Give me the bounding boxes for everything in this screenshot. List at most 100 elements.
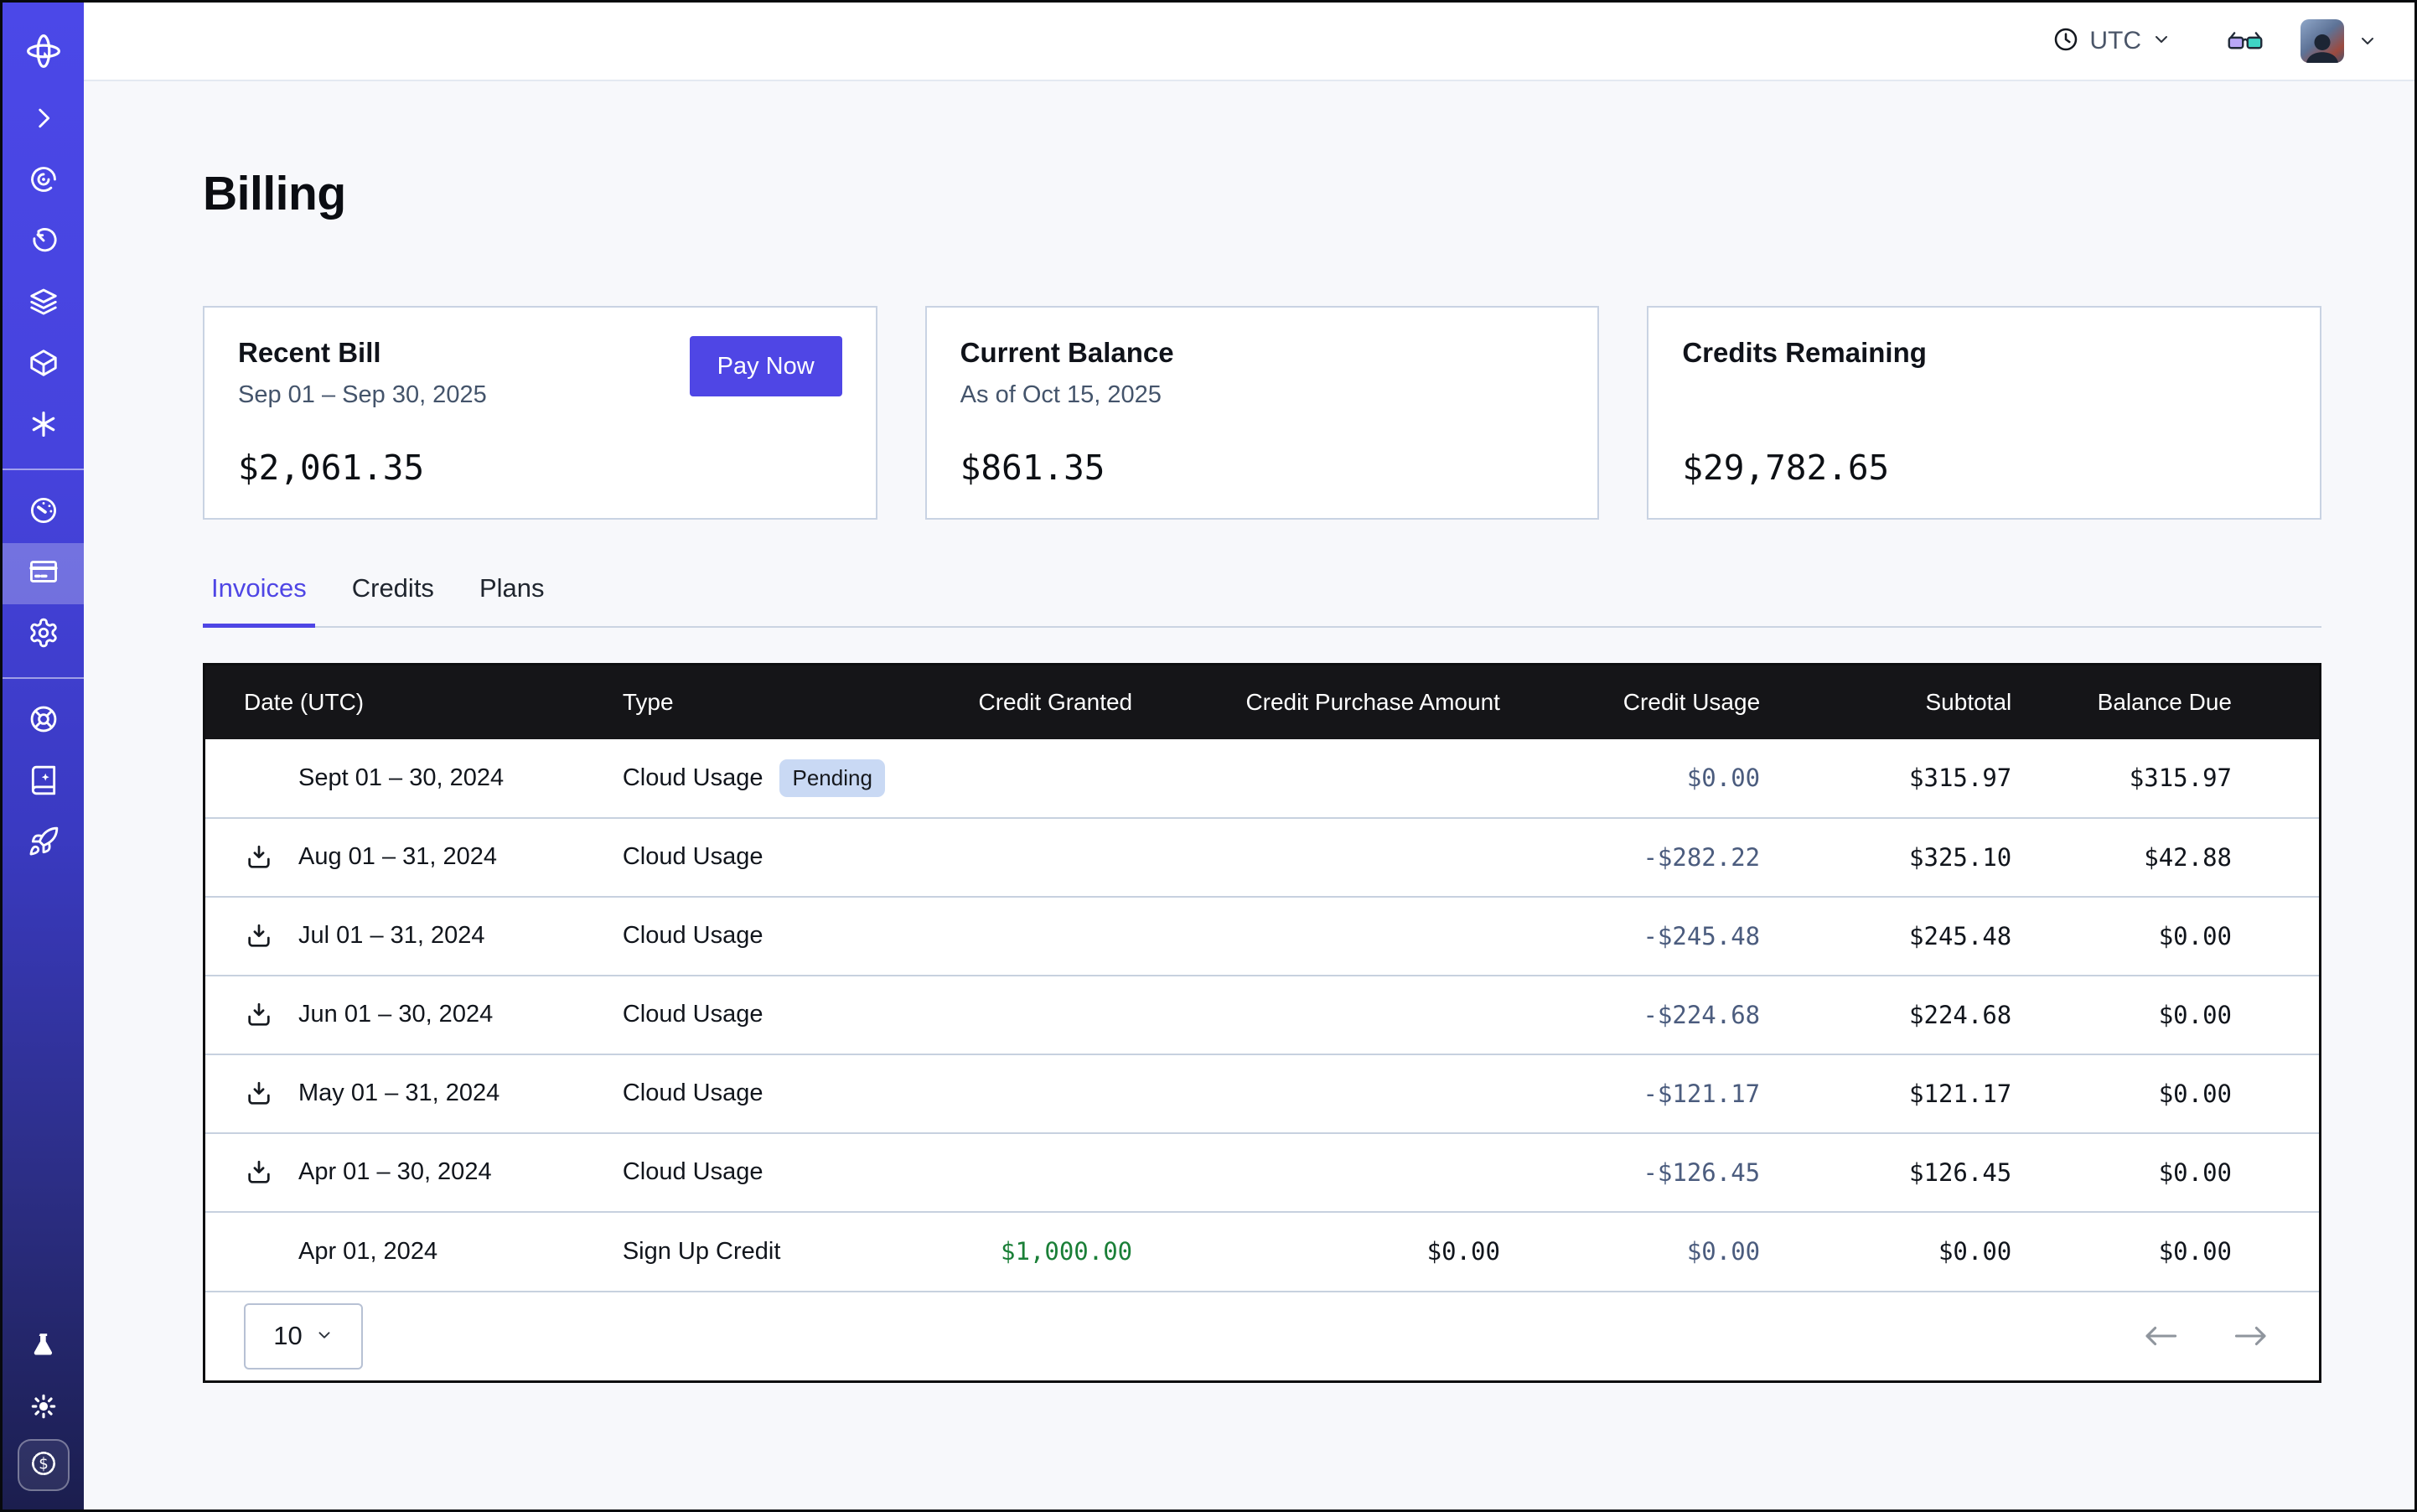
tab-plans[interactable]: Plans <box>471 572 553 628</box>
credit-usage-value: -$282.22 <box>1501 818 1761 897</box>
invoice-row: May 01 – 31, 2024 Cloud Usage -$121.17 $… <box>205 1054 2319 1133</box>
invoice-date: Apr 01, 2024 <box>298 1238 437 1266</box>
user-avatar[interactable] <box>2301 19 2344 63</box>
credit-granted-value <box>933 1133 1134 1212</box>
subtotal-value: $121.17 <box>1761 1054 2012 1133</box>
docs-book-icon <box>28 764 60 800</box>
credit-purchase-value: $0.00 <box>1133 1212 1501 1291</box>
balance-due-value: $42.88 <box>2012 818 2319 897</box>
pending-status-badge: Pending <box>779 759 884 797</box>
subtotal-value: $315.97 <box>1761 739 2012 818</box>
sidebar-item-theme-toggle[interactable] <box>3 1378 84 1439</box>
sidebar-item-observability[interactable] <box>3 151 84 212</box>
balance-due-value: $315.97 <box>2012 739 2319 818</box>
summary-cards: Recent Bill Sep 01 – Sep 30, 2025 Pay No… <box>203 306 2321 520</box>
pay-now-button[interactable]: Pay Now <box>690 336 842 397</box>
credit-granted-value <box>933 818 1134 897</box>
sidebar-nav-primary <box>3 90 84 457</box>
col-type: Type <box>622 665 933 739</box>
orbit-logo-icon[interactable] <box>23 24 64 78</box>
layers-icon <box>28 286 60 322</box>
sidebar-item-billing[interactable] <box>3 543 84 604</box>
invoice-row: Jun 01 – 30, 2024 Cloud Usage -$224.68 $… <box>205 976 2319 1054</box>
invoice-row: Apr 01, 2024 Sign Up Credit $1,000.00 $0… <box>205 1212 2319 1291</box>
subtotal-value: $126.45 <box>1761 1133 2012 1212</box>
sidebar-item-docs[interactable] <box>3 752 84 813</box>
clock-icon <box>2052 26 2079 57</box>
credit-purchase-value <box>1133 818 1501 897</box>
sidebar-nav-help <box>3 691 84 874</box>
invoice-row: Apr 01 – 30, 2024 Cloud Usage -$126.45 $… <box>205 1133 2319 1212</box>
rocket-icon <box>28 826 60 862</box>
page-size-select[interactable]: 10 <box>244 1303 363 1370</box>
invoice-type: Cloud Usage <box>623 1080 763 1107</box>
theme-sun-icon <box>28 1390 60 1427</box>
credit-granted-value <box>933 739 1134 818</box>
sidebar-item-functions[interactable] <box>3 396 84 457</box>
download-invoice-button[interactable] <box>245 1080 273 1108</box>
topbar: UTC <box>84 3 2414 81</box>
credit-usage-value: $0.00 <box>1501 1212 1761 1291</box>
col-credit-purchase: Credit Purchase Amount <box>1133 665 1501 739</box>
invoices-table: Date (UTC) Type Credit Granted Credit Pu… <box>203 663 2321 1383</box>
sidebar-item-expand[interactable] <box>3 90 84 151</box>
next-page-button[interactable] <box>2230 1323 2272 1349</box>
invoice-type: Sign Up Credit <box>623 1238 781 1266</box>
3d-glasses-icon[interactable] <box>2227 28 2264 54</box>
invoice-row: Aug 01 – 31, 2024 Cloud Usage -$282.22 $… <box>205 818 2319 897</box>
credits-badge-button[interactable]: $ <box>18 1439 70 1491</box>
col-balance-due: Balance Due <box>2012 665 2319 739</box>
invoice-type: Cloud Usage <box>623 922 763 950</box>
balance-due-value: $0.00 <box>2012 1133 2319 1212</box>
prev-page-button[interactable] <box>2140 1323 2182 1349</box>
subtotal-value: $245.48 <box>1761 897 2012 976</box>
sidebar-item-history[interactable] <box>3 212 84 273</box>
recent-bill-amount: $2,061.35 <box>238 448 842 488</box>
sidebar-item-labs[interactable] <box>3 1317 84 1378</box>
credit-usage-value: -$245.48 <box>1501 897 1761 976</box>
sidebar-item-usage[interactable] <box>3 482 84 543</box>
sidebar-item-support[interactable] <box>3 691 84 752</box>
balance-due-value: $0.00 <box>2012 976 2319 1054</box>
invoice-row: Jul 01 – 31, 2024 Cloud Usage -$245.48 $… <box>205 897 2319 976</box>
invoice-type: Cloud Usage <box>623 843 763 871</box>
download-invoice-button[interactable] <box>245 843 273 872</box>
sidebar-item-containers[interactable] <box>3 334 84 396</box>
timezone-selector[interactable]: UTC <box>2052 26 2171 57</box>
invoice-date: Sept 01 – 30, 2024 <box>298 764 504 792</box>
sidebar-item-layers[interactable] <box>3 273 84 334</box>
page-size-value: 10 <box>273 1321 302 1351</box>
invoice-type: Cloud Usage <box>623 764 763 792</box>
col-credit-usage: Credit Usage <box>1501 665 1761 739</box>
credit-granted-value: $1,000.00 <box>933 1212 1134 1291</box>
billing-page: Billing Recent Bill Sep 01 – Sep 30, 202… <box>84 81 2414 1509</box>
card-subtitle: Sep 01 – Sep 30, 2025 <box>238 381 487 409</box>
sidebar: $ <box>3 3 84 1509</box>
sidebar-divider <box>3 469 84 470</box>
page-title: Billing <box>203 167 2321 222</box>
chevron-down-icon <box>2151 29 2171 54</box>
invoice-date: Jun 01 – 30, 2024 <box>298 1001 493 1028</box>
download-invoice-button[interactable] <box>245 922 273 950</box>
current-balance-amount: $861.35 <box>960 448 1565 488</box>
col-date: Date (UTC) <box>205 665 622 739</box>
table-header-row: Date (UTC) Type Credit Granted Credit Pu… <box>205 665 2319 739</box>
invoice-date: Jul 01 – 31, 2024 <box>298 922 485 950</box>
download-invoice-button[interactable] <box>245 1001 273 1029</box>
credit-granted-value <box>933 976 1134 1054</box>
invoice-date: Apr 01 – 30, 2024 <box>298 1158 492 1186</box>
support-lifebuoy-icon <box>28 703 60 739</box>
chevron-right-icon <box>29 104 58 137</box>
tab-credits[interactable]: Credits <box>344 572 443 628</box>
sidebar-item-onboarding[interactable] <box>3 813 84 874</box>
subtotal-value: $224.68 <box>1761 976 2012 1054</box>
user-menu-chevron-icon[interactable] <box>2357 31 2378 51</box>
col-credit-granted: Credit Granted <box>933 665 1134 739</box>
credit-usage-value: -$121.17 <box>1501 1054 1761 1133</box>
card-title: Credits Remaining <box>1682 336 1927 370</box>
invoice-date: Aug 01 – 31, 2024 <box>298 843 497 871</box>
sidebar-item-settings[interactable] <box>3 604 84 665</box>
tab-invoices[interactable]: Invoices <box>203 572 315 628</box>
balance-due-value: $0.00 <box>2012 897 2319 976</box>
download-invoice-button[interactable] <box>245 1158 273 1187</box>
